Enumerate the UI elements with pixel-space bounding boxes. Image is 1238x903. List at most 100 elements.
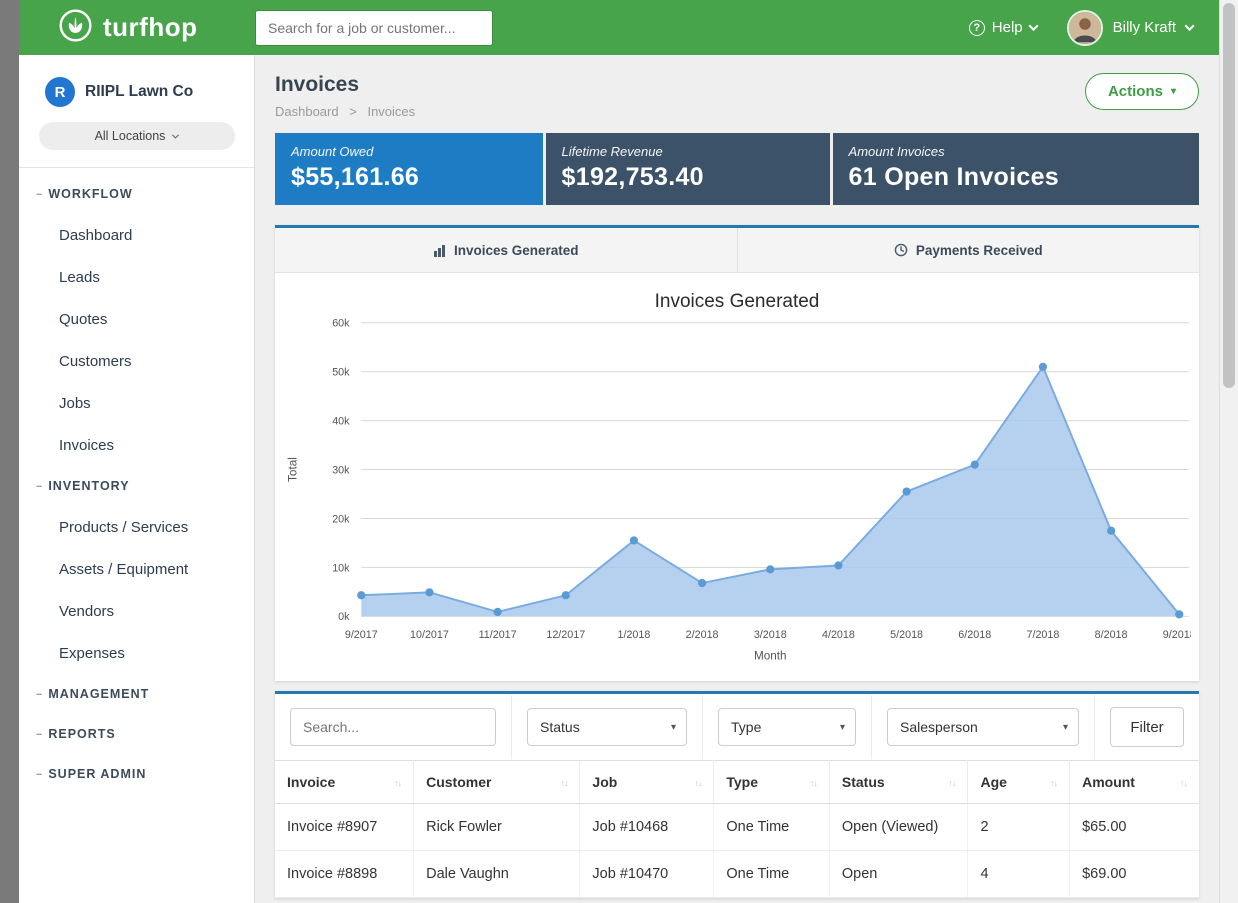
status-filter-cell: Status▾ — [512, 695, 703, 759]
chevron-down-icon — [1028, 21, 1038, 31]
caret-down-icon: ▾ — [1063, 722, 1068, 733]
sidebar-section-workflow[interactable]: WORKFLOW — [19, 174, 254, 214]
actions-button[interactable]: Actions ▾ — [1085, 73, 1199, 110]
sidebar-section-super-admin[interactable]: SUPER ADMIN — [19, 754, 254, 794]
chevron-down-icon — [172, 131, 179, 138]
stat-value: $55,161.66 — [291, 163, 527, 192]
sidebar-item-invoices[interactable]: Invoices — [19, 424, 254, 466]
svg-text:10k: 10k — [332, 562, 350, 574]
user-name: Billy Kraft — [1113, 19, 1176, 36]
company-logo-icon: R — [45, 77, 75, 107]
column-header-age[interactable]: Age↑↓ — [968, 761, 1070, 804]
brand[interactable]: turfhop — [19, 7, 255, 49]
invoice-link[interactable]: Invoice #8907 — [275, 804, 414, 851]
breadcrumb-dashboard[interactable]: Dashboard — [275, 104, 339, 119]
salesperson-select[interactable]: Salesperson▾ — [887, 708, 1079, 746]
sidebar-section-inventory[interactable]: INVENTORY — [19, 466, 254, 506]
sidebar-item-dashboard[interactable]: Dashboard — [19, 214, 254, 256]
svg-text:2/2018: 2/2018 — [686, 629, 719, 641]
invoice-link[interactable]: Invoice #8898 — [275, 851, 414, 898]
svg-text:Total: Total — [287, 457, 300, 482]
svg-text:0k: 0k — [338, 611, 350, 623]
caret-down-icon: ▾ — [840, 722, 845, 733]
sidebar-item-vendors[interactable]: Vendors — [19, 590, 254, 632]
customer-link[interactable]: Rick Fowler — [414, 804, 580, 851]
stat-label: Amount Invoices — [849, 144, 1183, 159]
chart-title: Invoices Generated — [283, 291, 1191, 313]
sidebar-section-management[interactable]: MANAGEMENT — [19, 674, 254, 714]
table-search-cell — [275, 695, 512, 759]
sort-icon: ↑↓ — [1050, 778, 1057, 788]
sidebar-item-jobs[interactable]: Jobs — [19, 382, 254, 424]
svg-text:Month: Month — [754, 649, 787, 662]
chart-tabs: Invoices Generated Payments Received — [275, 228, 1199, 273]
sidebar-section-reports[interactable]: REPORTS — [19, 714, 254, 754]
bar-chart-icon — [433, 244, 446, 257]
stat-lifetime-revenue: Lifetime Revenue $192,753.40 — [546, 133, 830, 205]
column-header-type[interactable]: Type↑↓ — [714, 761, 830, 804]
sidebar-item-quotes[interactable]: Quotes — [19, 298, 254, 340]
stat-open-invoices: Amount Invoices 61 Open Invoices — [833, 133, 1199, 205]
branch-icon — [36, 768, 41, 780]
sidebar-item-expenses[interactable]: Expenses — [19, 632, 254, 674]
tab-payments-received[interactable]: Payments Received — [737, 228, 1200, 272]
user-menu[interactable]: Billy Kraft — [1067, 10, 1193, 46]
invoice-type: One Time — [714, 851, 830, 898]
tab-invoices-generated[interactable]: Invoices Generated — [275, 228, 737, 272]
salesperson-filter-cell: Salesperson▾ — [872, 695, 1095, 759]
scrollbar-thumb[interactable] — [1223, 3, 1235, 388]
column-header-status[interactable]: Status↑↓ — [829, 761, 968, 804]
status-select[interactable]: Status▾ — [527, 708, 687, 746]
breadcrumb: Dashboard > Invoices — [275, 104, 415, 119]
table-search-input[interactable] — [290, 708, 496, 746]
filter-row: Status▾ Type▾ Salesperson▾ — [275, 694, 1199, 760]
filter-button[interactable]: Filter — [1110, 707, 1184, 747]
svg-text:8/2018: 8/2018 — [1095, 629, 1128, 641]
svg-text:50k: 50k — [332, 367, 350, 379]
sidebar-item-leads[interactable]: Leads — [19, 256, 254, 298]
svg-text:30k: 30k — [332, 464, 350, 476]
branch-icon — [36, 728, 41, 740]
svg-text:3/2018: 3/2018 — [754, 629, 787, 641]
all-locations-dropdown[interactable]: All Locations — [39, 122, 235, 150]
svg-text:40k: 40k — [332, 416, 350, 428]
branch-icon — [36, 480, 41, 492]
brand-name: turfhop — [103, 12, 197, 43]
column-header-job[interactable]: Job↑↓ — [580, 761, 714, 804]
breadcrumb-separator: > — [349, 104, 357, 119]
column-header-customer[interactable]: Customer↑↓ — [414, 761, 580, 804]
svg-text:10/2017: 10/2017 — [410, 629, 449, 641]
svg-text:9/2017: 9/2017 — [345, 629, 378, 641]
global-search-input[interactable] — [255, 10, 493, 46]
column-header-invoice[interactable]: Invoice↑↓ — [275, 761, 414, 804]
turfhop-logo-icon — [57, 7, 94, 49]
customer-link[interactable]: Dale Vaughn — [414, 851, 580, 898]
invoices-table-panel: Status▾ Type▾ Salesperson▾ — [275, 691, 1199, 898]
avatar — [1067, 10, 1103, 46]
stat-value: 61 Open Invoices — [849, 163, 1183, 192]
page-scrollbar[interactable] — [1219, 0, 1238, 903]
help-menu[interactable]: ? Help — [969, 19, 1037, 36]
column-header-amount[interactable]: Amount↑↓ — [1070, 761, 1199, 804]
sort-icon: ↑↓ — [560, 778, 567, 788]
sort-icon: ↑↓ — [948, 778, 955, 788]
svg-text:20k: 20k — [332, 513, 350, 525]
filter-button-cell: Filter — [1095, 694, 1199, 760]
table-row: Invoice #8898 Dale Vaughn Job #10470 One… — [275, 851, 1199, 898]
sidebar-item-customers[interactable]: Customers — [19, 340, 254, 382]
sidebar-item-products-services[interactable]: Products / Services — [19, 506, 254, 548]
job-link[interactable]: Job #10470 — [580, 851, 714, 898]
caret-down-icon: ▾ — [1171, 86, 1176, 97]
global-search — [255, 10, 493, 46]
type-select[interactable]: Type▾ — [718, 708, 856, 746]
sidebar-item-assets-equipment[interactable]: Assets / Equipment — [19, 548, 254, 590]
stat-label: Lifetime Revenue — [562, 144, 814, 159]
svg-text:5/2018: 5/2018 — [890, 629, 923, 641]
sort-icon: ↑↓ — [1180, 778, 1187, 788]
invoice-type: One Time — [714, 804, 830, 851]
page-title: Invoices — [275, 73, 415, 97]
branch-icon — [36, 688, 41, 700]
invoice-amount: $65.00 — [1070, 804, 1199, 851]
job-link[interactable]: Job #10468 — [580, 804, 714, 851]
caret-down-icon: ▾ — [671, 722, 676, 733]
